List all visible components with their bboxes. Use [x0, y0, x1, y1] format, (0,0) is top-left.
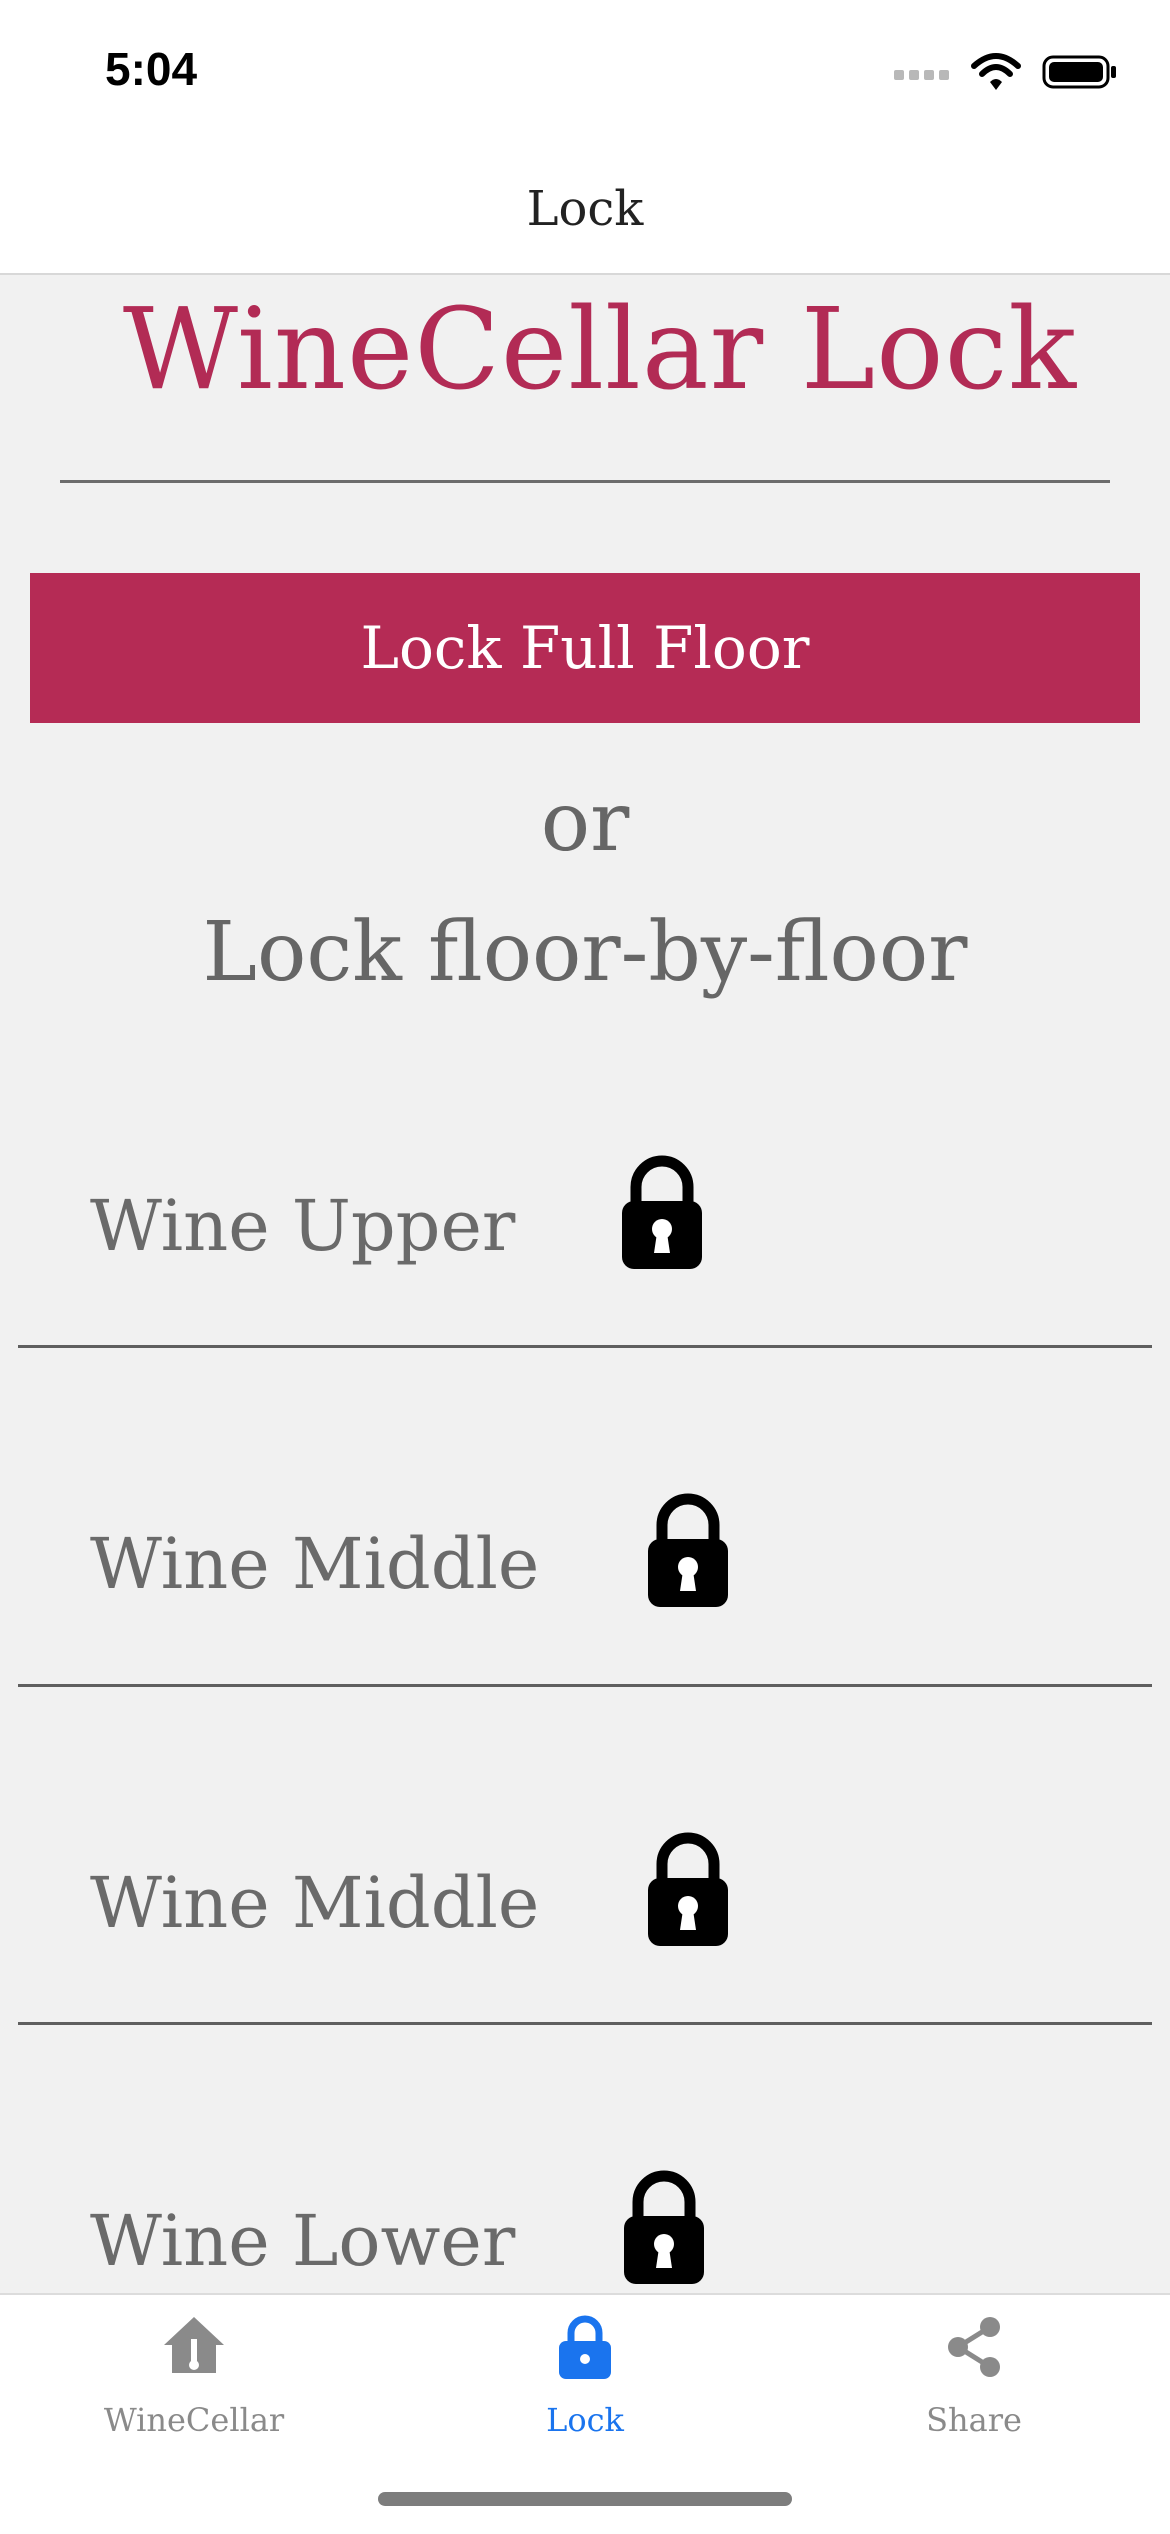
status-bar: 5:04	[0, 0, 1170, 145]
tab-winecellar[interactable]: WineCellar	[44, 2313, 344, 2473]
lock-icon	[559, 2315, 611, 2379]
share-icon	[948, 2317, 1000, 2377]
cellular-signal-icon	[894, 70, 949, 80]
page-title: WineCellar Lock	[122, 285, 1078, 415]
row-divider	[18, 2022, 1152, 2025]
battery-icon	[1042, 55, 1116, 89]
floor-label: Wine Upper	[90, 1185, 516, 1267]
tab-label: WineCellar	[103, 2401, 285, 2439]
padlock-icon[interactable]	[646, 1832, 730, 1948]
navigation-bar: Lock	[0, 145, 1170, 275]
home-indicator[interactable]	[378, 2492, 792, 2506]
tab-label: Lock	[546, 2401, 624, 2439]
tab-share[interactable]: Share	[824, 2313, 1124, 2473]
nav-title: Lock	[526, 181, 644, 237]
floor-label: Wine Middle	[90, 1862, 540, 1944]
floor-label: Wine Lower	[90, 2200, 516, 2282]
floor-row-wine-middle-1: Wine Middle	[0, 1423, 1170, 1761]
wifi-icon	[971, 53, 1021, 90]
padlock-icon[interactable]	[622, 2170, 706, 2286]
row-divider	[18, 1684, 1152, 1687]
lock-full-floor-label: Lock Full Floor	[360, 614, 810, 682]
cellar-home-icon	[164, 2317, 224, 2373]
status-time: 5:04	[105, 43, 198, 95]
row-divider	[18, 1345, 1152, 1348]
padlock-icon[interactable]	[620, 1155, 704, 1271]
or-text: or	[540, 775, 630, 870]
title-divider	[60, 480, 1110, 483]
floor-by-floor-subtitle: Lock floor-by-floor	[202, 905, 968, 1000]
floor-row-wine-upper: Wine Upper	[0, 1085, 1170, 1423]
floor-label: Wine Middle	[90, 1523, 540, 1605]
floor-row-wine-middle-2: Wine Middle	[0, 1762, 1170, 2100]
tab-lock[interactable]: Lock	[435, 2313, 735, 2473]
status-icons	[894, 52, 1118, 92]
lock-full-floor-button[interactable]: Lock Full Floor	[30, 573, 1140, 723]
padlock-icon[interactable]	[646, 1493, 730, 1609]
tab-label: Share	[926, 2401, 1022, 2439]
